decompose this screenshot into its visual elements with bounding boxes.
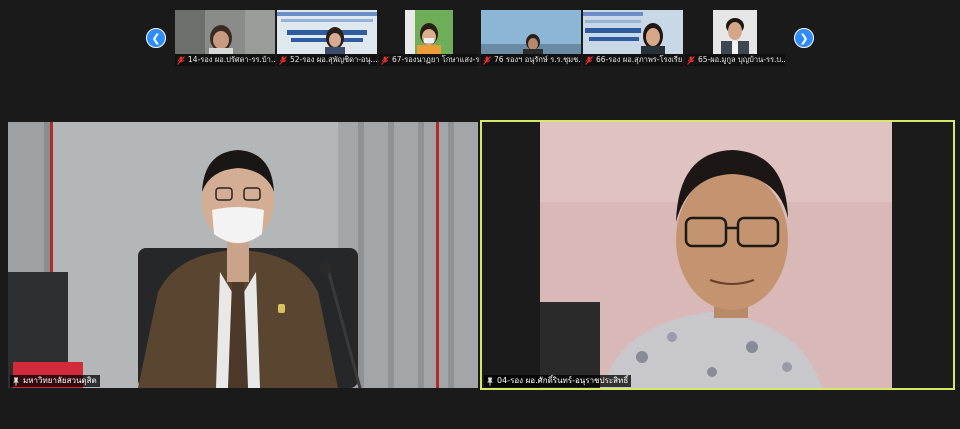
video-conference-window: ❮ 14-รอง ผอ.ปรัศดา-รร.บ้า... 52-รอง ผอ.ส… — [0, 0, 960, 429]
participant-video — [482, 122, 953, 388]
mic-off-icon — [585, 55, 593, 65]
mic-off-icon — [483, 55, 491, 65]
participant-thumbnail[interactable]: 14-รอง ผอ.ปรัศดา-รร.บ้า... — [175, 10, 275, 66]
next-page-button[interactable]: ❯ — [794, 28, 814, 48]
participant-video — [583, 10, 683, 54]
mic-off-icon — [177, 55, 185, 65]
participant-name: 67-รองนาฏยา โกษาแสง-ร... — [392, 55, 479, 64]
video-tile-left[interactable]: มหาวิทยาลัยสวนดุสิต — [8, 122, 478, 388]
video-tile-active-speaker[interactable]: 04-รอง ผอ.ศักดิ์รินทร์-อนุราชประสิทธิ์ — [480, 120, 955, 390]
participant-name: 66-รอง ผอ.สุภาพร-โรงเรีย... — [596, 55, 683, 64]
participant-video — [175, 10, 275, 54]
participant-thumbnail[interactable]: 66-รอง ผอ.สุภาพร-โรงเรีย... — [583, 10, 683, 66]
chevron-right-icon: ❯ — [799, 31, 809, 45]
chevron-left-icon: ❮ — [151, 31, 161, 45]
participant-thumbnail[interactable]: 65-ผอ.มูกูล บุญบ้าน-รร.บ... — [685, 10, 785, 66]
prev-page-button[interactable]: ❮ — [146, 28, 166, 48]
participant-thumbnail[interactable]: 67-รองนาฏยา โกษาแสง-ร... — [379, 10, 479, 66]
participant-video — [481, 10, 581, 54]
participant-name: 52-รอง ผอ.สุพัญชิดา-อนุ... — [290, 55, 377, 64]
pin-icon — [487, 377, 493, 386]
pin-icon — [13, 377, 19, 386]
participant-thumbnail[interactable]: 52-รอง ผอ.สุพัญชิดา-อนุ... — [277, 10, 377, 66]
participant-name: 14-รอง ผอ.ปรัศดา-รร.บ้า... — [188, 55, 275, 64]
participant-name: 65-ผอ.มูกูล บุญบ้าน-รร.บ... — [698, 55, 785, 64]
participant-strip: 14-รอง ผอ.ปรัศดา-รร.บ้า... 52-รอง ผอ.สุพ… — [175, 10, 785, 66]
participant-name: 04-รอง ผอ.ศักดิ์รินทร์-อนุราชประสิทธิ์ — [497, 376, 629, 385]
participant-thumbnail[interactable]: 76 รองฯ อนุรักษ์ ร.ร.ชุมช... — [481, 10, 581, 66]
mic-off-icon — [381, 55, 389, 65]
participant-video — [685, 10, 785, 54]
participant-video — [277, 10, 377, 54]
mic-off-icon — [687, 55, 695, 65]
participant-name: 76 รองฯ อนุรักษ์ ร.ร.ชุมช... — [494, 55, 581, 64]
participant-name: มหาวิทยาลัยสวนดุสิต — [23, 376, 97, 385]
participant-video — [379, 10, 479, 54]
mic-off-icon — [279, 55, 287, 65]
participant-video — [8, 122, 478, 388]
